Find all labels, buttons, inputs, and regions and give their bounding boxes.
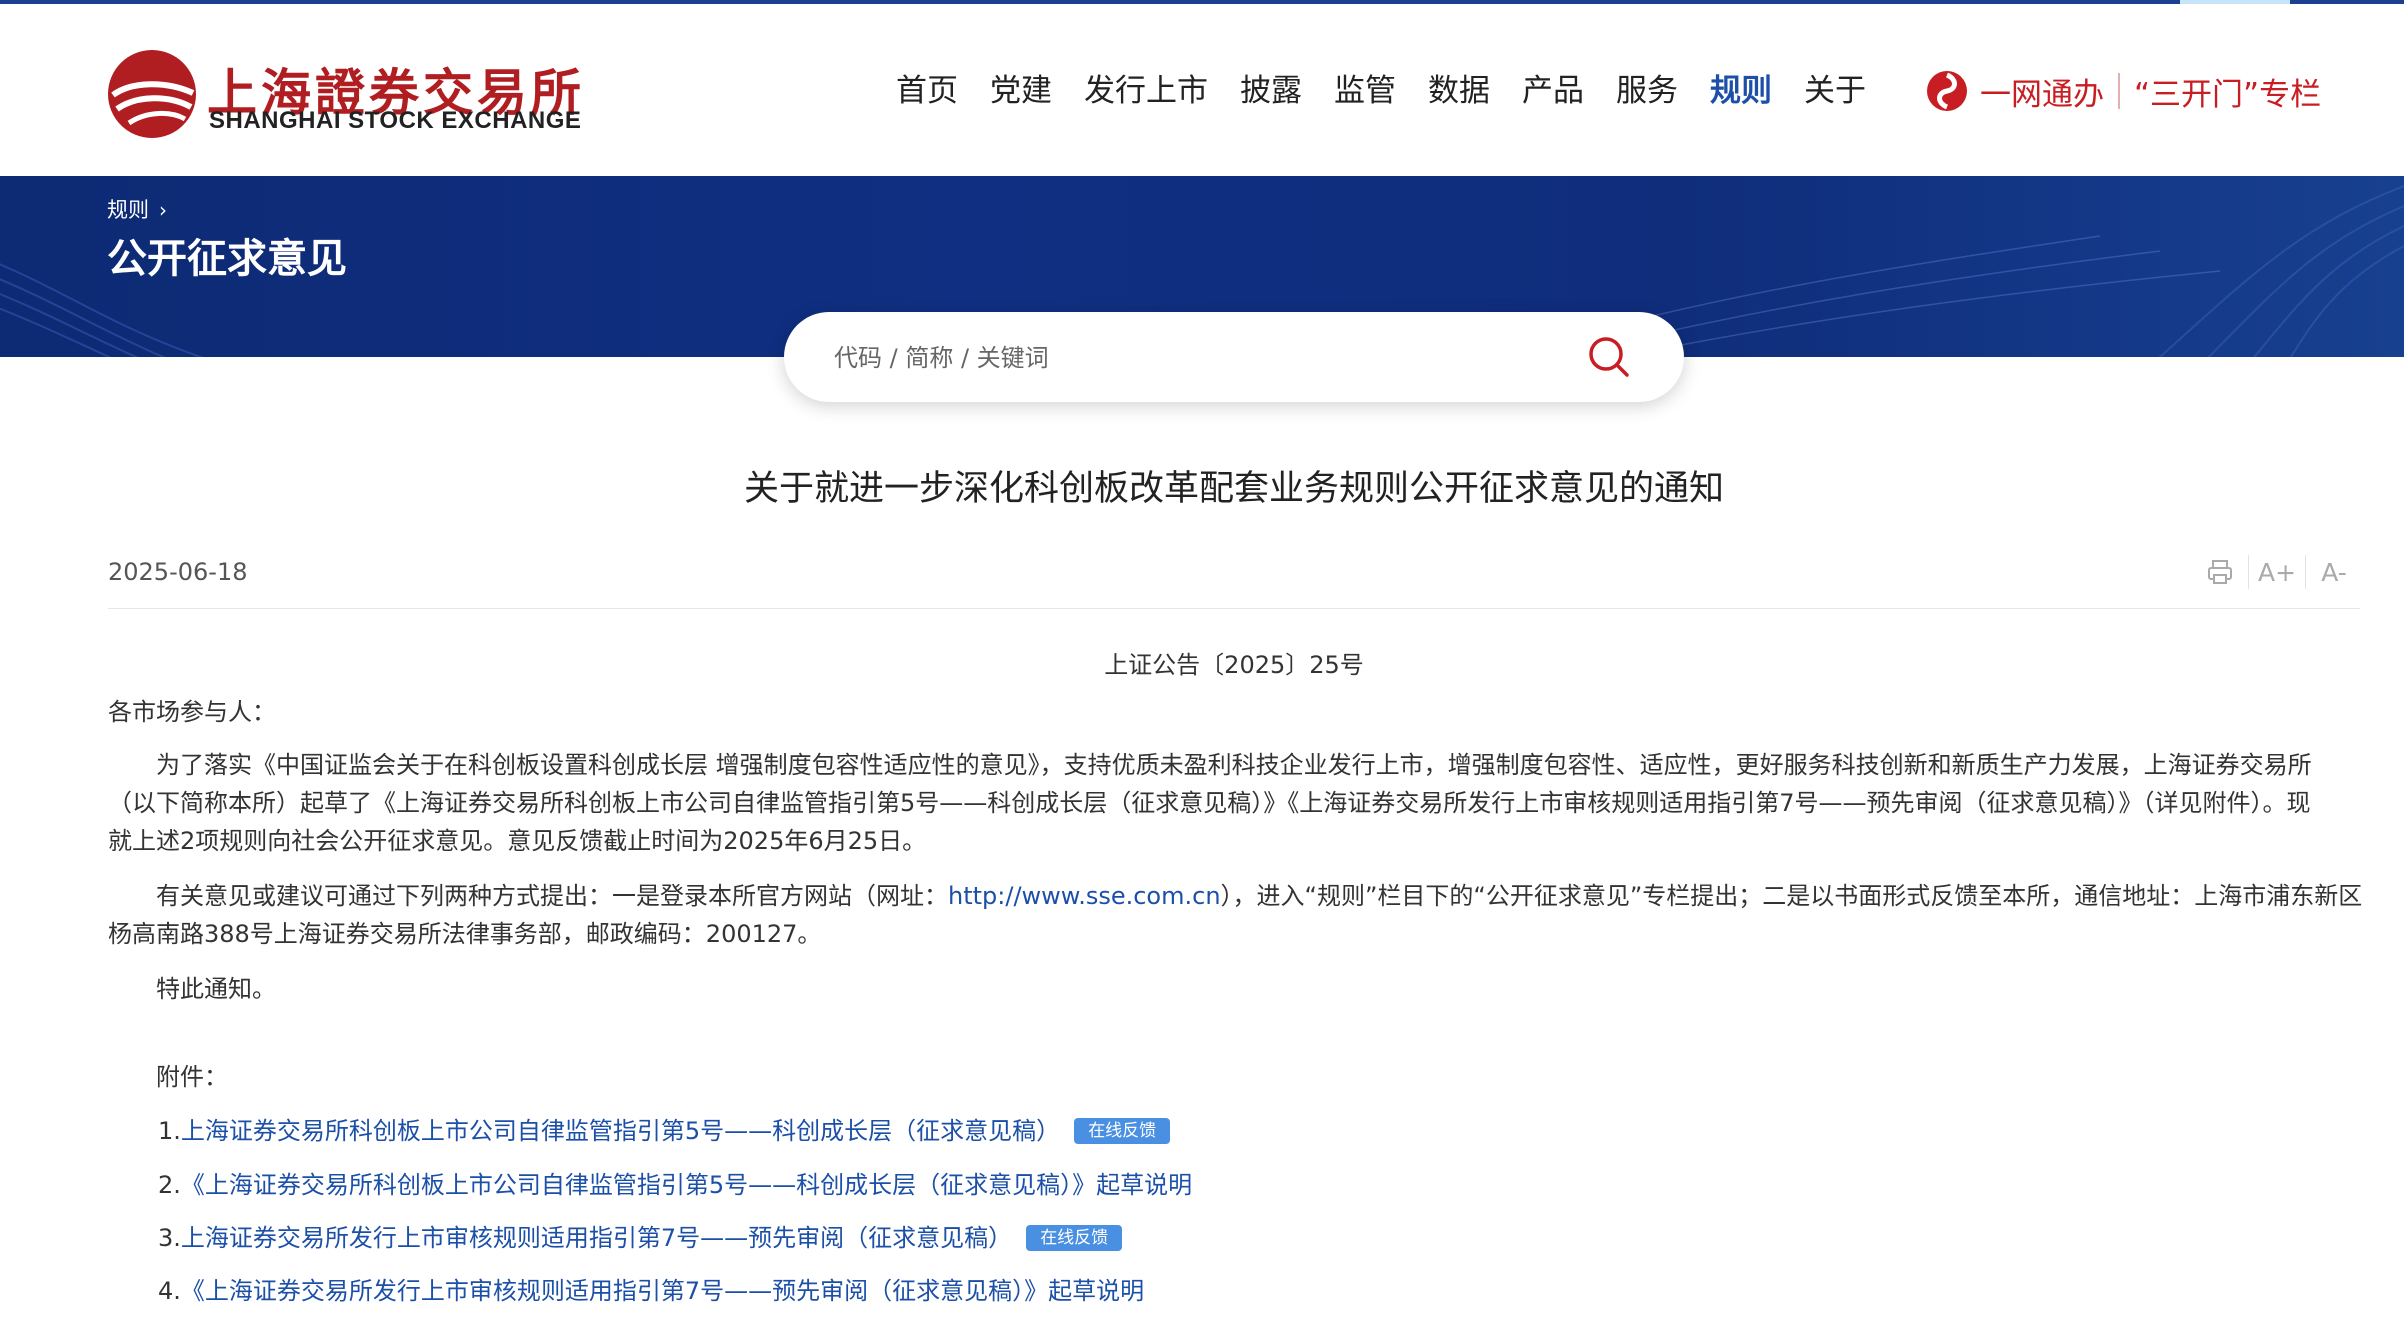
attachment-number: 1. xyxy=(158,1117,181,1145)
nav-item-services[interactable]: 服务 xyxy=(1600,66,1694,116)
nav-item-home[interactable]: 首页 xyxy=(880,66,974,116)
nav-item-about[interactable]: 关于 xyxy=(1788,66,1882,116)
attachment-number: 3. xyxy=(158,1224,181,1252)
attachment-item: 4.《上海证券交易所发行上市审核规则适用指引第7号——预先审阅（征求意见稿）》起… xyxy=(158,1272,1144,1310)
attachments-label: 附件： xyxy=(156,1063,228,1091)
print-icon[interactable] xyxy=(2200,552,2240,592)
paragraph-1-line-3: 就上述2项规则向社会公开征求意见。意见反馈截止时间为2025年6月25日。 xyxy=(108,827,927,855)
title-divider xyxy=(108,608,2360,609)
attachment-item: 2.《上海证券交易所科创板上市公司自律监管指引第5号——科创成长层（征求意见稿）… xyxy=(158,1166,1192,1204)
logo-name-en: SHANGHAI STOCK EXCHANGE xyxy=(209,107,582,134)
site-header: 上海證券交易所 SHANGHAI STOCK EXCHANGE 首页 党建 发行… xyxy=(0,4,2404,176)
service-separator xyxy=(2118,73,2120,109)
closing-text: 特此通知。 xyxy=(156,975,276,1003)
attachment-link[interactable]: 上海证券交易所科创板上市公司自律监管指引第5号——科创成长层（征求意见稿） xyxy=(181,1117,1060,1145)
breadcrumb: 规则 › xyxy=(107,194,167,224)
page-title: 公开征求意见 xyxy=(107,236,347,282)
attachment-number: 2. xyxy=(158,1171,181,1199)
attachment-item: 3.上海证券交易所发行上市审核规则适用指引第7号——预先审阅（征求意见稿） 在线反… xyxy=(158,1219,1123,1257)
search-box xyxy=(784,312,1684,402)
font-decrease-icon[interactable]: A- xyxy=(2314,552,2354,592)
attachment-link[interactable]: 《上海证券交易所科创板上市公司自律监管指引第5号——科创成长层（征求意见稿）》起… xyxy=(181,1171,1192,1199)
search-input[interactable] xyxy=(832,334,1536,382)
attachment-item: 1.上海证券交易所科创板上市公司自律监管指引第5号——科创成长层（征求意见稿） 在… xyxy=(158,1112,1171,1150)
article-title: 关于就进一步深化科创板改革配套业务规则公开征求意见的通知 xyxy=(743,469,1724,509)
sse-logo-icon xyxy=(108,50,196,138)
paragraph-2-line-2: 杨高南路388号上海证券交易所法律事务部，邮政编码：200127。 xyxy=(108,920,822,948)
paragraph-2-line-1: 有关意见或建议可通过下列两种方式提出：一是登录本所官方网站（网址：http://… xyxy=(156,877,2362,915)
search-icon[interactable] xyxy=(1584,332,1634,382)
sse-website-link[interactable]: http://www.sse.com.cn xyxy=(948,882,1221,910)
three-doors-link[interactable]: “三开门”专栏 xyxy=(2134,69,2321,114)
nav-item-disclosure[interactable]: 披露 xyxy=(1224,66,1318,116)
nav-item-products[interactable]: 产品 xyxy=(1506,66,1600,116)
salutation: 各市场参与人： xyxy=(108,698,276,726)
paragraph-2-text-b: ），进入“规则”栏目下的“公开征求意见”专栏提出；二是以书面形式反馈至本所，通信… xyxy=(1220,882,2363,910)
one-net-logo-icon xyxy=(1927,71,1967,111)
attachment-link[interactable]: 《上海证券交易所发行上市审核规则适用指引第7号——预先审阅（征求意见稿）》起草说… xyxy=(181,1277,1144,1305)
nav-item-listing[interactable]: 发行上市 xyxy=(1068,66,1224,116)
nav-item-data[interactable]: 数据 xyxy=(1412,66,1506,116)
tool-separator xyxy=(2305,555,2306,589)
breadcrumb-rules[interactable]: 规则 xyxy=(107,198,149,222)
attachment-link[interactable]: 上海证券交易所发行上市审核规则适用指引第7号——预先审阅（征求意见稿） xyxy=(181,1224,1012,1252)
article-tools: A+ A- xyxy=(2200,552,2354,592)
main-nav: 首页 党建 发行上市 披露 监管 数据 产品 服务 规则 关于 xyxy=(880,66,1882,116)
service-links: 一网通办 “三开门”专栏 xyxy=(1926,66,2321,116)
online-feedback-button[interactable]: 在线反馈 xyxy=(1074,1118,1171,1144)
paragraph-1-line-2: （以下简称本所）起草了《上海证券交易所科创板上市公司自律监管指引第5号——科创成… xyxy=(108,789,2311,817)
paragraph-2-text-a: 有关意见或建议可通过下列两种方式提出：一是登录本所官方网站（网址： xyxy=(156,882,948,910)
attachment-number: 4. xyxy=(158,1277,181,1305)
online-feedback-button[interactable]: 在线反馈 xyxy=(1026,1225,1123,1251)
tool-separator xyxy=(2248,555,2249,589)
document-number: 上证公告〔2025〕25号 xyxy=(1104,651,1364,679)
nav-item-party[interactable]: 党建 xyxy=(974,66,1068,116)
font-increase-icon[interactable]: A+ xyxy=(2257,552,2297,592)
article-date: 2025-06-18 xyxy=(108,558,248,586)
nav-item-rules[interactable]: 规则 xyxy=(1694,66,1788,116)
paragraph-1-line-1: 为了落实《中国证监会关于在科创板设置科创成长层 增强制度包容性适应性的意见》，支… xyxy=(156,751,2312,779)
nav-item-supervision[interactable]: 监管 xyxy=(1318,66,1412,116)
chevron-right-icon: › xyxy=(159,198,167,222)
one-net-link[interactable]: 一网通办 xyxy=(1980,69,2104,114)
